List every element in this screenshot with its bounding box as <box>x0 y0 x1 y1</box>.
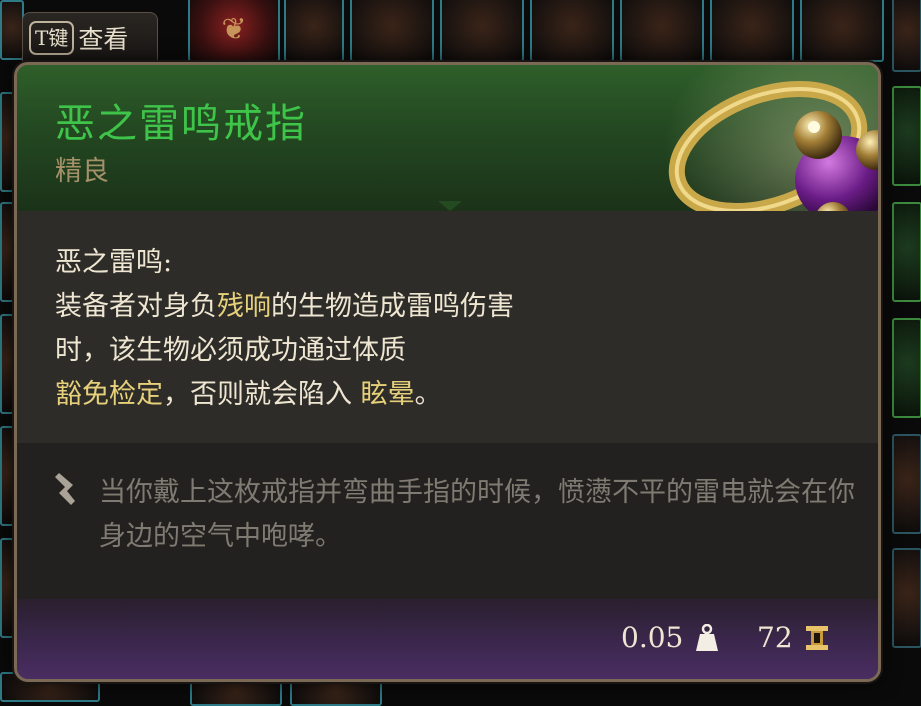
inventory-slot[interactable] <box>284 0 344 62</box>
gold-value: 72 <box>757 621 793 654</box>
examine-label: 查看 <box>78 24 129 54</box>
effect-line: 装备者对身负残响的生物造成雷鸣伤害 <box>55 291 514 322</box>
effect-line: 时，该生物必须成功通过体质 <box>55 335 406 366</box>
weight-stat: 0.05 <box>621 621 719 654</box>
effect-description: 恶之雷鸣: 装备者对身负残响的生物造成雷鸣伤害 时，该生物必须成功通过体质 豁免… <box>55 241 655 417</box>
keyword-reverberation[interactable]: 残响 <box>217 291 271 322</box>
examine-key-hint[interactable]: T键 查看 <box>22 12 158 62</box>
keyword-dazed[interactable]: 眩晕 <box>361 379 415 410</box>
inventory-slot[interactable] <box>892 86 921 186</box>
weight-value: 0.05 <box>621 621 684 654</box>
flavor-text: 当你戴上这枚戒指并弯曲手指的时候，愤懑不平的雷电就会在你身边的空气中咆哮。 <box>99 477 855 552</box>
gold-icon <box>805 625 828 650</box>
value-stat: 72 <box>757 621 829 654</box>
inventory-slot[interactable] <box>350 0 434 62</box>
inventory-slot[interactable] <box>892 318 921 418</box>
inventory-slot[interactable] <box>0 0 24 60</box>
inventory-slot[interactable] <box>892 202 921 302</box>
divider-notch <box>438 201 462 211</box>
quote-icon <box>55 473 75 505</box>
effect-title: 恶之雷鸣: <box>55 247 173 278</box>
inventory-slot[interactable] <box>710 0 794 62</box>
inventory-slot[interactable] <box>440 0 524 62</box>
inventory-slot[interactable] <box>892 548 921 648</box>
item-name: 恶之雷鸣戒指 <box>55 101 307 147</box>
inventory-slot[interactable] <box>892 0 921 72</box>
t-key-icon: T键 <box>29 20 75 55</box>
inventory-slot[interactable] <box>0 92 14 192</box>
keyword-saving-throw[interactable]: 豁免检定 <box>55 379 163 410</box>
inventory-slot[interactable] <box>0 202 14 302</box>
scroll-icon: ❦ <box>221 11 247 47</box>
flavor-section: 当你戴上这枚戒指并弯曲手指的时候，愤懑不平的雷电就会在你身边的空气中咆哮。 <box>17 443 878 603</box>
effect-line: 豁免检定，否则就会陷入 眩晕。 <box>55 379 442 410</box>
weight-icon <box>696 623 719 651</box>
inventory-slot[interactable] <box>620 0 704 62</box>
inventory-slot[interactable] <box>0 426 14 526</box>
tooltip-footer: 0.05 72 <box>17 599 878 679</box>
inventory-slot[interactable] <box>0 314 14 414</box>
item-rarity: 精良 <box>55 156 109 187</box>
item-tooltip: 恶之雷鸣戒指 精良 恶之雷鸣: 装备者对身负残响的生物造成雷鸣伤害 时，该生物必… <box>14 62 881 682</box>
effect-section: 恶之雷鸣: 装备者对身负残响的生物造成雷鸣伤害 时，该生物必须成功通过体质 豁免… <box>17 211 878 443</box>
tooltip-header: 恶之雷鸣戒指 精良 <box>17 65 878 255</box>
inventory-slot[interactable] <box>892 434 921 534</box>
inventory-slot[interactable] <box>530 0 614 62</box>
inventory-slot[interactable] <box>800 0 884 62</box>
inventory-slot[interactable] <box>0 538 14 638</box>
inventory-slot[interactable]: ❦ <box>188 0 280 62</box>
